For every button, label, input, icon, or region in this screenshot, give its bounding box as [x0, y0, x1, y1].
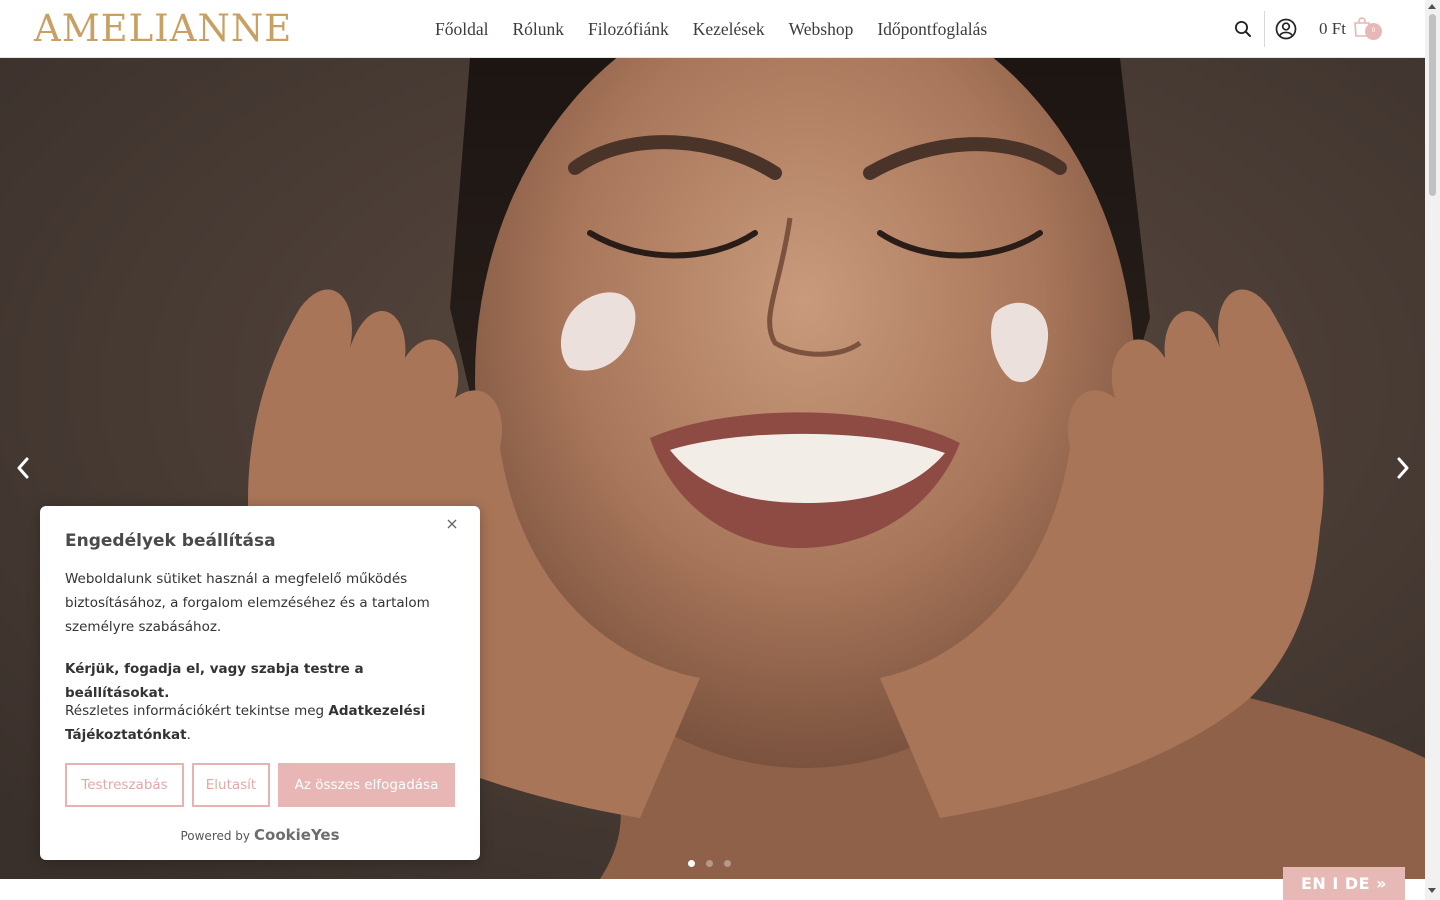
close-icon	[447, 519, 457, 529]
slider-dot-3[interactable]	[724, 860, 731, 867]
site-logo[interactable]: AMELIANNE	[34, 6, 291, 52]
cookieyes-logo[interactable]: CookieYes	[254, 826, 340, 844]
header-divider	[1264, 11, 1265, 47]
page-scrollbar[interactable]	[1425, 0, 1440, 900]
main-nav: Főoldal Rólunk Filozófiánk Kezelések Web…	[423, 0, 999, 58]
cart-count-badge: 0	[1364, 23, 1382, 40]
scroll-up-arrow[interactable]	[1428, 4, 1436, 9]
slider-dot-2[interactable]	[706, 860, 713, 867]
language-switch[interactable]: EN I DE »	[1283, 867, 1405, 900]
slider-prev-arrow[interactable]	[8, 453, 38, 483]
chevron-right-icon	[1397, 457, 1409, 479]
nav-item-idopontfoglalas[interactable]: Időpontfoglalás	[865, 19, 999, 40]
slider-dot-1[interactable]	[688, 860, 695, 867]
cookie-title: Engedélyek beállítása	[65, 531, 276, 551]
search-icon[interactable]	[1230, 16, 1256, 42]
nav-item-fooldal[interactable]: Főoldal	[423, 19, 500, 40]
cart-button[interactable]: 0	[1352, 14, 1382, 44]
cookie-privacy-text: Részletes információkért tekintse meg Ad…	[65, 699, 465, 747]
site-header: AMELIANNE Főoldal Rólunk Filozófiánk Kez…	[0, 0, 1425, 58]
header-actions: 0 Ft 0	[1230, 0, 1382, 58]
chevron-left-icon	[17, 457, 29, 479]
scroll-down-arrow[interactable]	[1428, 888, 1436, 893]
cart-total[interactable]: 0 Ft	[1319, 19, 1346, 39]
slider-dots	[688, 860, 742, 867]
powered-by: Powered by CookieYes	[40, 826, 480, 844]
nav-item-kezelesek[interactable]: Kezelések	[681, 19, 777, 40]
user-icon[interactable]	[1273, 16, 1299, 42]
accept-all-button[interactable]: Az összes elfogadása	[278, 763, 455, 807]
nav-item-filozofiank[interactable]: Filozófiánk	[576, 19, 681, 40]
cookie-description: Weboldalunk sütiket használ a megfelelő …	[65, 571, 430, 635]
nav-item-rolunk[interactable]: Rólunk	[500, 19, 576, 40]
cookie-privacy-suffix: .	[186, 727, 191, 743]
nav-item-webshop[interactable]: Webshop	[777, 19, 866, 40]
cookie-consent-banner: Engedélyek beállítása Weboldalunk sütike…	[40, 506, 480, 860]
customize-button[interactable]: Testreszabás	[65, 763, 184, 807]
cookie-close-button[interactable]	[442, 514, 462, 534]
cookie-privacy-prefix: Részletes információkért tekintse meg	[65, 703, 329, 719]
reject-button[interactable]: Elutasít	[192, 763, 270, 807]
powered-by-label: Powered by	[180, 829, 251, 843]
cookie-request: Kérjük, fogadja el, vagy szabja testre a…	[65, 661, 364, 701]
scroll-thumb[interactable]	[1429, 14, 1436, 196]
slider-next-arrow[interactable]	[1388, 453, 1418, 483]
